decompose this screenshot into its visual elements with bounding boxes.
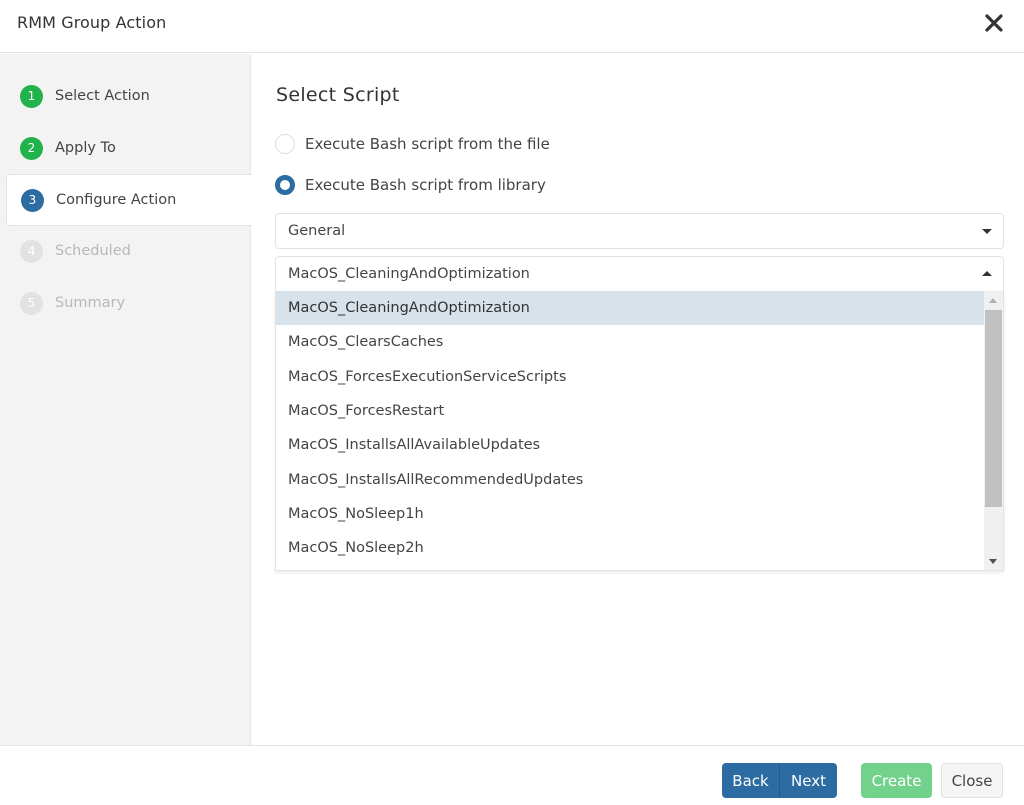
- step-number-badge: 1: [20, 84, 43, 108]
- navigation-button-group: Back Next: [722, 763, 837, 798]
- radio-button[interactable]: [275, 134, 295, 154]
- dropdown-option[interactable]: MacOS_InstallsAllAvailableUpdates: [276, 428, 984, 462]
- dropdown-option[interactable]: MacOS_ForcesRestart: [276, 394, 984, 428]
- create-button[interactable]: Create: [861, 763, 932, 798]
- step-number-badge: 5: [20, 291, 43, 315]
- dropdown-option[interactable]: MacOS_CleaningAndOptimization: [276, 291, 984, 326]
- dropdown-scrollbar[interactable]: [984, 291, 1003, 570]
- step-scheduled: 4 Scheduled: [0, 225, 251, 277]
- back-button[interactable]: Back: [722, 763, 780, 798]
- step-number-badge: 2: [20, 136, 43, 160]
- step-label: Scheduled: [55, 243, 131, 259]
- category-select-value: General: [288, 223, 346, 239]
- dialog-footer: Back Next Create Close: [0, 745, 1024, 805]
- step-configure-action[interactable]: 3 Configure Action: [6, 174, 252, 226]
- close-icon: [985, 14, 1003, 32]
- step-label: Select Action: [55, 88, 150, 104]
- radio-button-checked[interactable]: [275, 175, 295, 195]
- rmm-group-action-dialog: RMM Group Action 1 Select Action 2 Apply…: [0, 0, 1024, 805]
- close-dialog-button[interactable]: [984, 10, 1006, 36]
- radio-from-file[interactable]: Execute Bash script from the file: [275, 134, 550, 154]
- script-select-value: MacOS_CleaningAndOptimization: [288, 266, 530, 282]
- radio-label: Execute Bash script from library: [305, 176, 546, 194]
- dialog-title: RMM Group Action: [17, 13, 167, 32]
- radio-from-library[interactable]: Execute Bash script from library: [275, 175, 546, 195]
- radio-label: Execute Bash script from the file: [305, 135, 550, 153]
- script-select[interactable]: MacOS_CleaningAndOptimization: [275, 256, 1004, 292]
- step-label: Summary: [55, 295, 126, 311]
- dropdown-option[interactable]: MacOS_ClearsCaches: [276, 325, 984, 359]
- scroll-down-arrow-icon[interactable]: [989, 559, 997, 564]
- dropdown-option[interactable]: MacOS_ForcesExecutionServiceScripts: [276, 360, 984, 394]
- category-select[interactable]: General: [275, 213, 1004, 249]
- step-number-badge: 4: [20, 239, 43, 263]
- chevron-down-icon: [982, 229, 992, 234]
- next-button[interactable]: Next: [780, 763, 837, 798]
- step-summary: 5 Summary: [0, 277, 251, 329]
- chevron-up-icon: [982, 271, 992, 276]
- step-number-badge: 3: [21, 188, 44, 212]
- script-dropdown-list: MacOS_CleaningAndOptimization MacOS_Clea…: [275, 291, 1004, 571]
- step-label: Configure Action: [56, 192, 177, 208]
- dropdown-option[interactable]: MacOS_InstallsAllRecommendedUpdates: [276, 462, 984, 496]
- scroll-up-arrow-icon[interactable]: [989, 298, 997, 303]
- wizard-steps-sidebar: 1 Select Action 2 Apply To 3 Configure A…: [0, 54, 252, 745]
- close-button[interactable]: Close: [941, 763, 1003, 798]
- configure-action-panel: Select Script Execute Bash script from t…: [252, 54, 1024, 745]
- step-select-action[interactable]: 1 Select Action: [0, 70, 251, 122]
- dropdown-option[interactable]: MacOS_NoSleep1h: [276, 497, 984, 531]
- scrollbar-thumb[interactable]: [985, 310, 1002, 507]
- step-label: Apply To: [55, 140, 116, 156]
- step-apply-to[interactable]: 2 Apply To: [0, 122, 251, 174]
- dialog-header: RMM Group Action: [0, 0, 1024, 53]
- dropdown-option[interactable]: MacOS_NoSleep2h: [276, 531, 984, 565]
- section-title: Select Script: [276, 84, 400, 106]
